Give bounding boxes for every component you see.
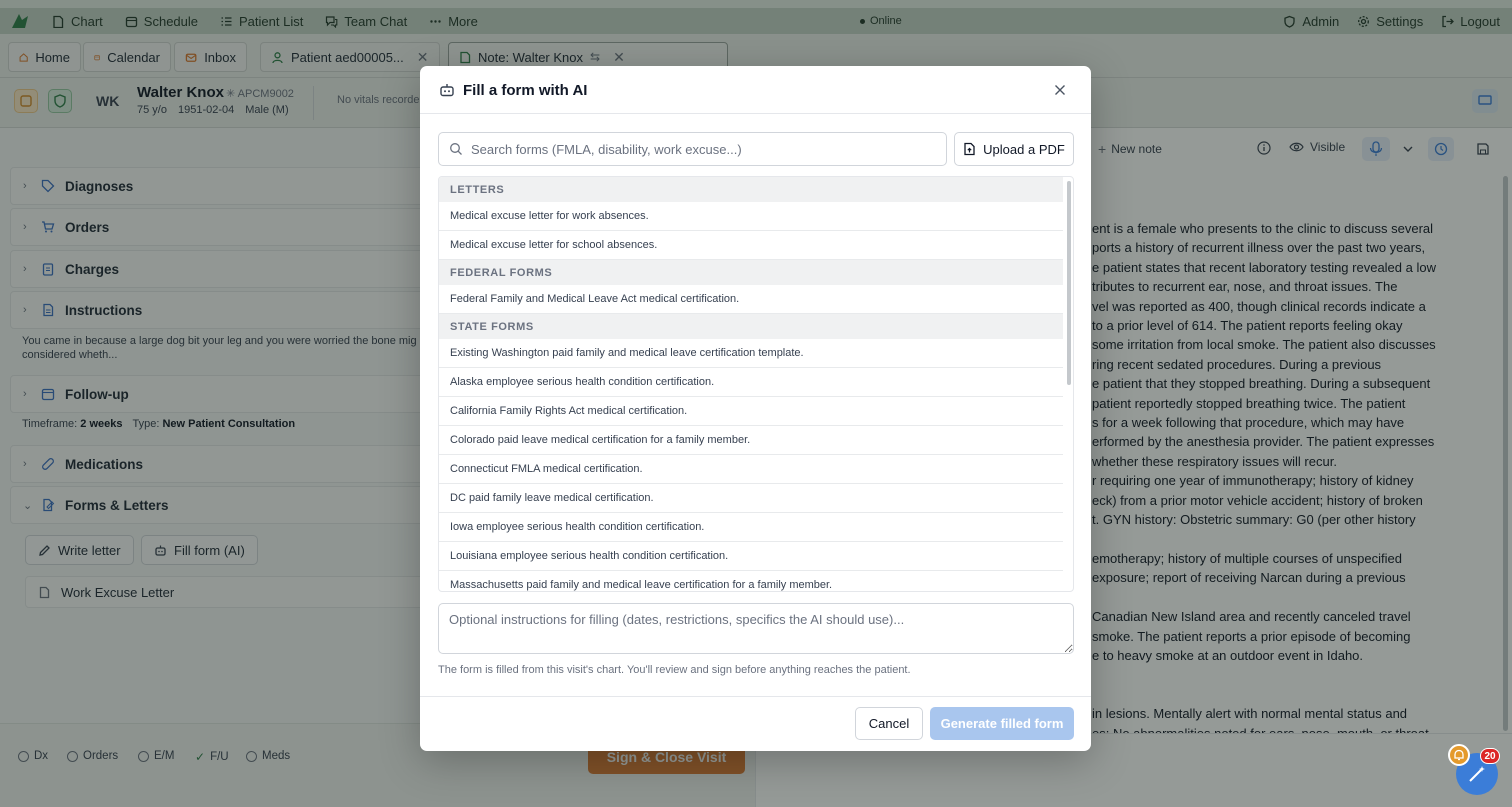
notification-count-badge: 20 bbox=[1480, 748, 1500, 764]
upload-pdf-label: Upload a PDF bbox=[983, 141, 1065, 157]
notifications-bell[interactable] bbox=[1448, 744, 1470, 766]
dialog-helper-text: The form is filled from this visit's cha… bbox=[438, 664, 911, 676]
dialog-title: Fill a form with AI bbox=[463, 82, 588, 99]
form-template-item[interactable]: Medical excuse letter for work absences. bbox=[439, 202, 1063, 231]
form-template-item[interactable]: Alaska employee serious health condition… bbox=[439, 368, 1063, 397]
list-scrollbar[interactable] bbox=[1067, 181, 1071, 385]
dialog-header: Fill a form with AI bbox=[420, 66, 1091, 114]
form-group-header: STATE FORMS bbox=[439, 314, 1063, 339]
form-template-item[interactable]: California Family Rights Act medical cer… bbox=[439, 397, 1063, 426]
generate-filled-form-button[interactable]: Generate filled form bbox=[930, 707, 1074, 740]
dialog-footer: Cancel Generate filled form bbox=[420, 696, 1091, 751]
form-group-header: LETTERS bbox=[439, 177, 1063, 202]
magic-wand-icon bbox=[1469, 766, 1485, 782]
app-root: Chart Schedule Patient List Team Chat More O… bbox=[0, 0, 1512, 807]
form-template-item[interactable]: Medical excuse letter for school absence… bbox=[439, 231, 1063, 260]
form-template-item[interactable]: Connecticut FMLA medical certification. bbox=[439, 455, 1063, 484]
bell-icon bbox=[1454, 749, 1464, 761]
cancel-button[interactable]: Cancel bbox=[855, 707, 923, 740]
form-template-item[interactable]: Federal Family and Medical Leave Act med… bbox=[439, 285, 1063, 314]
form-template-item[interactable]: DC paid family leave medical certificati… bbox=[439, 484, 1063, 513]
close-icon[interactable] bbox=[1052, 82, 1068, 98]
fill-form-ai-dialog: Fill a form with AI Upload a PDF LETTERS… bbox=[420, 66, 1091, 751]
form-template-item[interactable]: Existing Washington paid family and medi… bbox=[439, 339, 1063, 368]
fill-instructions-textarea[interactable] bbox=[438, 603, 1074, 654]
robot-icon bbox=[440, 84, 454, 97]
upload-pdf-button[interactable]: Upload a PDF bbox=[954, 132, 1074, 166]
search-input[interactable] bbox=[471, 141, 911, 157]
file-upload-icon bbox=[964, 142, 975, 156]
form-template-item[interactable]: Louisiana employee serious health condit… bbox=[439, 542, 1063, 571]
form-group-header: FEDERAL FORMS bbox=[439, 260, 1063, 285]
form-template-item[interactable]: Massachusetts paid family and medical le… bbox=[439, 571, 1063, 591]
form-search-field[interactable] bbox=[438, 132, 947, 166]
form-template-item[interactable]: Iowa employee serious health condition c… bbox=[439, 513, 1063, 542]
form-template-item[interactable]: Colorado paid leave medical certificatio… bbox=[439, 426, 1063, 455]
form-template-list: LETTERS Medical excuse letter for work ab… bbox=[438, 176, 1074, 592]
search-icon bbox=[450, 143, 462, 155]
